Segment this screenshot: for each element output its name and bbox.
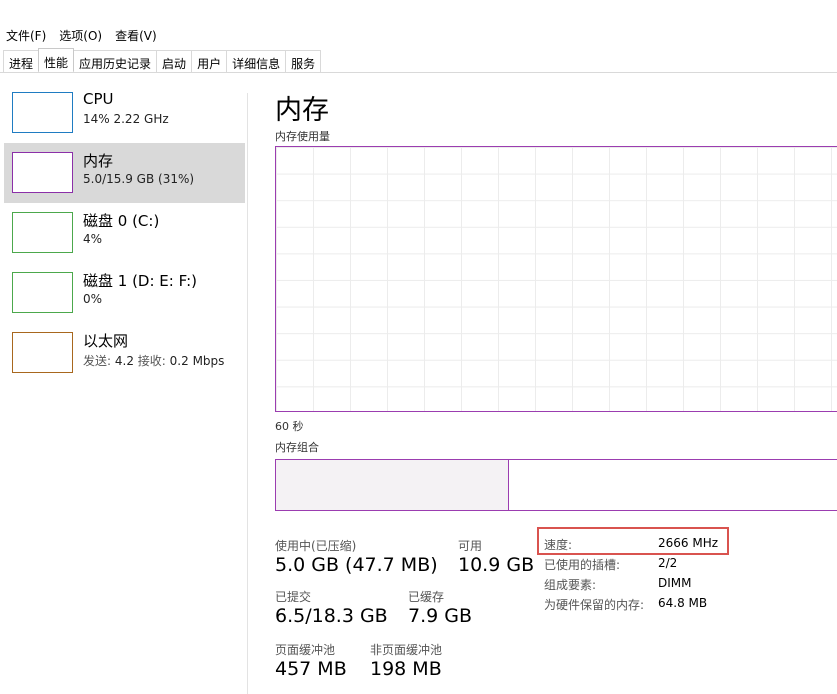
paged-pool-label: 页面缓冲池 — [275, 643, 336, 657]
composition-label: 内存组合 — [275, 441, 319, 454]
menu-options[interactable]: 选项(O) — [53, 24, 109, 46]
memory-thumbnail-graph — [12, 152, 73, 193]
tab-startup[interactable]: 启动 — [156, 50, 193, 72]
disk1-thumbnail-graph — [12, 272, 73, 313]
sidebar-item-title: 以太网 — [83, 332, 129, 350]
sidebar-item-subtitle: 发送: 4.2 接收: 0.2 Mbps — [83, 352, 224, 369]
sidebar-item-cpu[interactable]: CPU 14% 2.22 GHz — [4, 83, 245, 143]
hardware-reserved-value: 64.8 MB — [658, 596, 708, 610]
slots-used-value: 2/2 — [658, 556, 678, 570]
committed-value: 6.5/18.3 GB — [275, 605, 388, 627]
sidebar-item-title: 内存 — [83, 152, 114, 170]
sidebar-item-disk-1[interactable]: 磁盘 1 (D: E: F:) 0% — [4, 263, 245, 323]
sidebar-item-subtitle: 4% — [83, 232, 103, 246]
time-axis-label: 60 秒 — [275, 420, 304, 433]
sidebar-item-subtitle: 5.0/15.9 GB (31%) — [83, 172, 195, 186]
form-factor-label: 组成要素: — [544, 578, 597, 592]
tab-bar: 进程 性能 应用历史记录 启动 用户 详细信息 服务 — [0, 48, 837, 73]
nonpaged-pool-label: 非页面缓冲池 — [370, 643, 443, 657]
ethernet-thumbnail-graph — [12, 332, 73, 373]
sidebar-item-title: 磁盘 1 (D: E: F:) — [83, 272, 197, 290]
sidebar-item-subtitle: 14% 2.22 GHz — [83, 112, 169, 126]
resource-sidebar: CPU 14% 2.22 GHz 内存 5.0/15.9 GB (31%) 磁盘… — [0, 83, 245, 694]
available-value: 10.9 GB — [458, 554, 535, 576]
nonpaged-pool-value: 198 MB — [370, 658, 442, 680]
available-label: 可用 — [458, 539, 483, 553]
send-label: 发送: — [83, 354, 112, 368]
sidebar-item-ethernet[interactable]: 以太网 发送: 4.2 接收: 0.2 Mbps — [4, 323, 245, 383]
speed-highlight-box — [537, 527, 729, 555]
sidebar-item-subtitle: 0% — [83, 292, 103, 306]
committed-label: 已提交 — [275, 590, 312, 604]
sidebar-item-title: 磁盘 0 (C:) — [83, 212, 160, 230]
tab-details[interactable]: 详细信息 — [226, 50, 287, 72]
send-value: 4.2 — [114, 354, 134, 368]
panel-divider[interactable] — [247, 93, 248, 694]
slots-used-label: 已使用的插槽: — [544, 558, 621, 572]
disk0-thumbnail-graph — [12, 212, 73, 253]
receive-value: 0.2 Mbps — [169, 354, 225, 368]
memory-usage-graph — [275, 146, 837, 412]
cached-label: 已缓存 — [408, 590, 445, 604]
tab-services[interactable]: 服务 — [285, 50, 322, 72]
hardware-reserved-label: 为硬件保留的内存: — [544, 598, 645, 612]
cpu-thumbnail-graph — [12, 92, 73, 133]
menu-file[interactable]: 文件(F) — [0, 24, 53, 46]
tab-performance[interactable]: 性能 — [38, 48, 75, 71]
usage-graph-label: 内存使用量 — [275, 130, 330, 143]
sidebar-item-title: CPU — [83, 90, 114, 108]
menu-view[interactable]: 查看(V) — [109, 24, 164, 46]
tab-processes[interactable]: 进程 — [3, 50, 40, 72]
paged-pool-value: 457 MB — [275, 658, 347, 680]
in-use-label: 使用中(已压缩) — [275, 539, 357, 553]
sidebar-item-disk-0[interactable]: 磁盘 0 (C:) 4% — [4, 203, 245, 263]
sidebar-item-memory[interactable]: 内存 5.0/15.9 GB (31%) — [4, 143, 245, 203]
composition-in-use-segment — [276, 460, 509, 510]
memory-composition-bar[interactable] — [275, 459, 837, 511]
menu-bar: 文件(F) 选项(O) 查看(V) — [0, 24, 164, 46]
receive-label: 接收: — [137, 354, 166, 368]
form-factor-value: DIMM — [658, 576, 692, 590]
cached-value: 7.9 GB — [408, 605, 473, 627]
in-use-value: 5.0 GB (47.7 MB) — [275, 554, 438, 576]
tab-app-history[interactable]: 应用历史记录 — [73, 50, 158, 72]
page-title: 内存 — [275, 95, 329, 126]
tab-users[interactable]: 用户 — [191, 50, 228, 72]
